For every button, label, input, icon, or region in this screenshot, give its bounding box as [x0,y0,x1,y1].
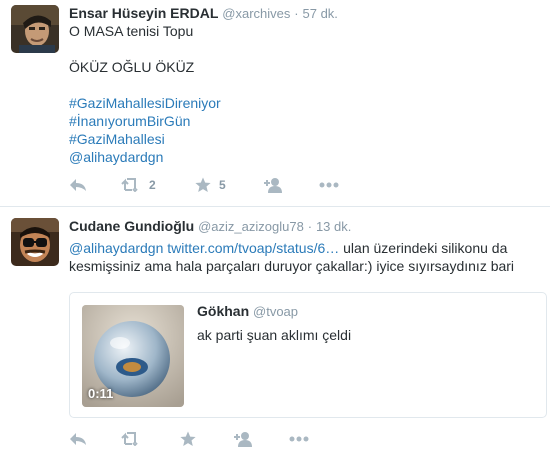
tweet-text-line: ulan üzerindeki silikonu da [339,240,508,256]
more-button[interactable] [319,175,339,195]
retweet-icon [121,432,141,446]
hashtag-link[interactable]: #GaziMahallesiDireniyor [69,94,221,112]
avatar[interactable] [11,218,59,266]
card-header: Gökhan @tvoap [197,303,298,319]
tweet-text-line: ÖKÜZ OĞLU ÖKÜZ [69,59,195,75]
tweet-text: O MASA tenisi Topu ÖKÜZ OĞLU ÖKÜZ #GaziM… [69,22,221,166]
video-thumbnail[interactable]: 0:11 [82,305,184,407]
username[interactable]: @xarchives [222,6,290,21]
tweet-header: Ensar Hüseyin ERDAL @xarchives · 57 dk. [69,4,338,23]
follow-icon [234,431,254,447]
more-icon [319,182,339,188]
card-username[interactable]: @tvoap [253,304,298,319]
mention-link[interactable]: @alihaydardgn [69,148,221,166]
media-card[interactable]: 0:11 Gökhan @tvoap ak parti şuan aklımı … [69,292,547,418]
star-icon [180,431,196,447]
tweet-text-line: kesmişsiniz ama hala parçaları duruyor ç… [69,258,515,274]
reply-button[interactable] [69,429,87,449]
fullname[interactable]: Ensar Hüseyin ERDAL [69,5,218,21]
hashtag-link[interactable]: #İnanıyorumBirGün [69,112,221,130]
follow-button[interactable] [264,175,284,195]
card-text: ak parti şuan aklımı çeldi [197,327,352,343]
reply-icon [69,432,87,446]
retweet-button[interactable] [121,429,141,449]
timestamp[interactable]: 57 dk. [303,6,338,21]
star-icon [195,177,211,193]
retweet-icon [121,178,141,192]
follow-icon [264,177,284,193]
favorite-count: 5 [219,178,226,192]
username[interactable]: @aziz_azizoglu78 [198,219,304,234]
follow-button[interactable] [234,429,254,449]
avatar[interactable] [11,5,59,53]
url-link[interactable]: twitter.com/tvoap/status/6… [167,240,339,256]
card-fullname[interactable]: Gökhan [197,303,249,319]
tweet-text-line: O MASA tenisi Topu [69,23,194,39]
tweet[interactable]: Cudane Gundioğlu @aziz_azizoglu78 · 13 d… [0,207,550,461]
more-button[interactable] [289,429,309,449]
reply-icon [69,178,87,192]
retweet-count: 2 [149,178,156,192]
reply-button[interactable] [69,175,87,195]
separator: · [294,6,299,21]
tweet-text: @alihaydardgn twitter.com/tvoap/status/6… [69,239,514,275]
retweet-button[interactable]: 2 [121,175,156,195]
favorite-button[interactable] [180,429,196,449]
fullname[interactable]: Cudane Gundioğlu [69,218,194,234]
hashtag-link[interactable]: #GaziMahallesi [69,130,221,148]
video-duration: 0:11 [88,386,114,401]
favorite-button[interactable]: 5 [195,175,226,195]
tweet-header: Cudane Gundioğlu @aziz_azizoglu78 · 13 d… [69,217,351,236]
separator: · [307,219,313,234]
mention-link[interactable]: @alihaydardgn [69,240,163,256]
more-icon [289,436,309,442]
timestamp[interactable]: 13 dk. [316,219,351,234]
tweet[interactable]: Ensar Hüseyin ERDAL @xarchives · 57 dk. … [0,0,550,206]
